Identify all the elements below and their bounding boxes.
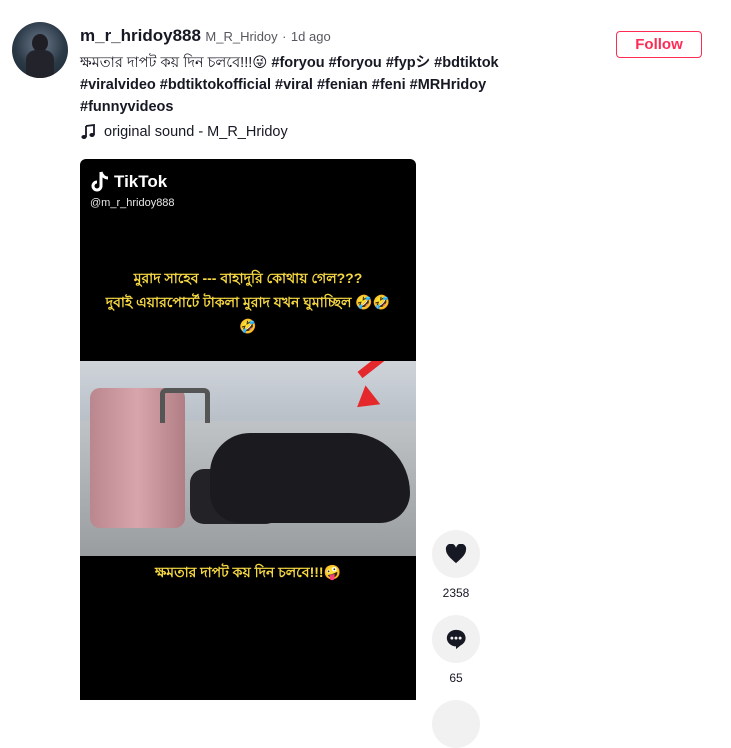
sleeping-person	[210, 433, 410, 523]
separator: ·	[282, 29, 287, 44]
like-button[interactable]	[432, 530, 480, 578]
hashtag[interactable]: #viral	[275, 77, 313, 93]
heart-icon	[445, 544, 467, 564]
hashtag[interactable]: #viralvideo	[80, 77, 156, 93]
suitcase	[90, 388, 210, 528]
hashtag[interactable]: #bdtiktokofficial	[160, 77, 271, 93]
music-link[interactable]: original sound - M_R_Hridoy	[80, 124, 288, 140]
music-title: original sound - M_R_Hridoy	[104, 124, 288, 140]
video-player[interactable]: TikTok @m_r_hridoy888 মুরাদ সাহেব --- বা…	[80, 159, 416, 700]
hashtag[interactable]: #bdtiktok	[434, 55, 498, 71]
red-arrow-head	[349, 385, 381, 417]
follow-button[interactable]: Follow	[616, 31, 702, 58]
username[interactable]: m_r_hridoy888	[80, 26, 201, 45]
share-button[interactable]	[432, 700, 480, 748]
music-note-icon	[81, 124, 95, 139]
description-text: ক্ষমতার দাপট কয় দিন চলবে!!!😜	[80, 55, 268, 71]
post-time: 1d ago	[290, 29, 331, 44]
nickname[interactable]: M_R_Hridoy	[205, 29, 277, 44]
avatar[interactable]	[12, 22, 68, 78]
watermark-handle: @m_r_hridoy888	[90, 197, 175, 209]
hashtag[interactable]: #fypシ	[386, 55, 430, 71]
hashtag[interactable]: #MRHridoy	[410, 77, 487, 93]
avatar-body	[26, 50, 54, 78]
hashtag[interactable]: #foryou	[271, 55, 324, 71]
comment-icon	[446, 629, 466, 650]
action-bar: 2358 65	[432, 530, 480, 748]
red-arrow	[357, 361, 410, 379]
comment-count: 65	[449, 671, 463, 685]
like-count: 2358	[442, 586, 470, 600]
overlay-line: মুরাদ সাহেব --- বাহাদুরি কোথায় গেল???	[133, 270, 363, 286]
video-overlay-bottom: ক্ষমতার দাপট কয় দিন চলবে!!!🤪	[154, 564, 342, 580]
overlay-line: দুবাই এয়ারপোর্টে টাকলা মুরাদ যখন ঘুমাচ্…	[105, 294, 391, 334]
video-frame	[80, 361, 416, 556]
video-overlay-top: মুরাদ সাহেব --- বাহাদুরি কোথায় গেল??? দ…	[100, 266, 396, 338]
tiktok-logo-icon	[91, 171, 109, 192]
tiktok-watermark: TikTok	[90, 171, 167, 193]
hashtag[interactable]: #foryou	[329, 55, 382, 71]
suitcase-handle	[160, 388, 210, 423]
post-description: ক্ষমতার দাপট কয় দিন চলবে!!!😜 #foryou #f…	[80, 52, 580, 118]
tiktok-logo-text: TikTok	[114, 172, 168, 191]
hashtag[interactable]: #fenian	[317, 77, 368, 93]
hashtag[interactable]: #funnyvideos	[80, 99, 173, 115]
comment-button[interactable]	[432, 615, 480, 663]
post-header: m_r_hridoy888 M_R_Hridoy · 1d ago	[80, 26, 331, 46]
hashtag[interactable]: #feni	[372, 77, 406, 93]
